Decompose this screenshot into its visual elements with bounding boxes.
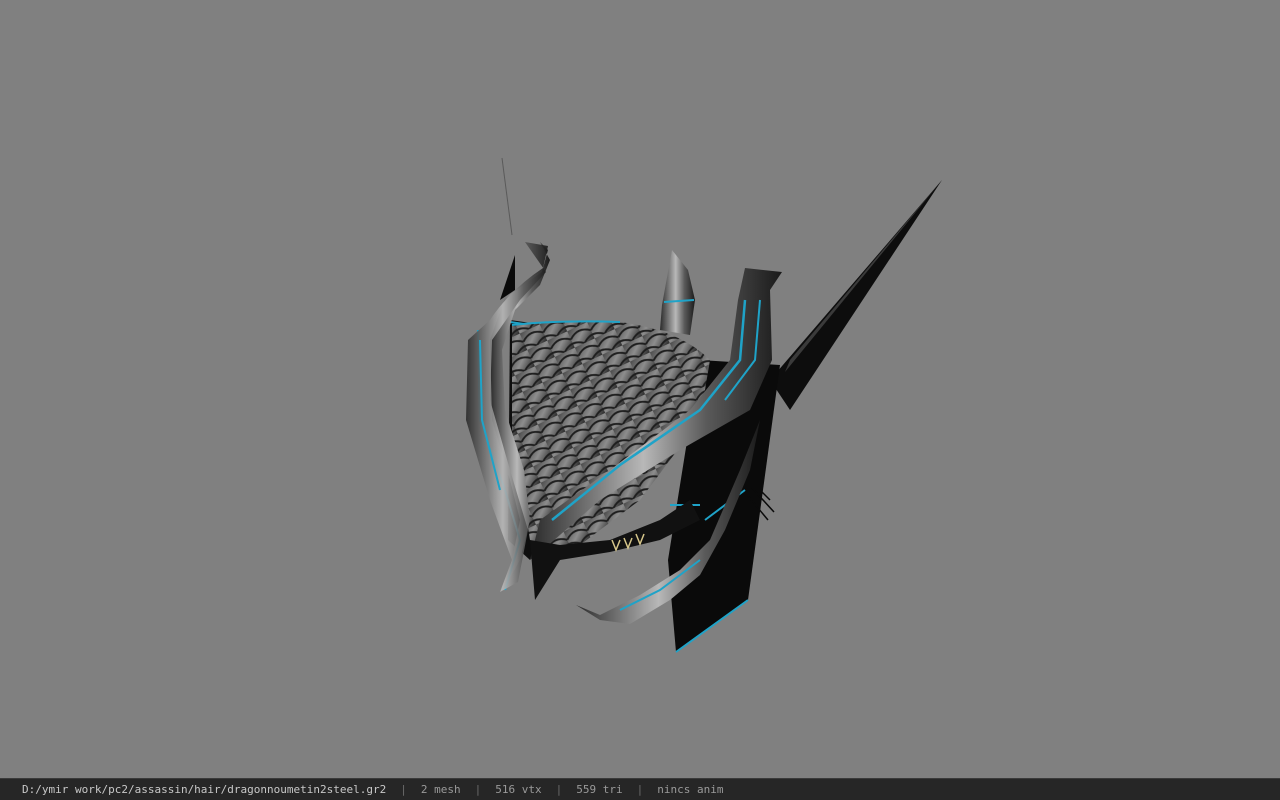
3d-viewport[interactable] — [0, 0, 1280, 778]
separator: | — [555, 783, 563, 796]
separator: | — [400, 783, 407, 796]
triangle-count-label: 559 tri — [576, 783, 623, 796]
vertex-count-label: 516 vtx — [495, 783, 542, 796]
dragon-helmet-model[interactable] — [0, 0, 1280, 778]
file-path-label: D:/ymir work/pc2/assassin/hair/dragonnou… — [22, 783, 387, 796]
antenna-wire — [501, 157, 513, 236]
right-spike — [770, 180, 942, 410]
separator: | — [636, 783, 644, 796]
animation-status-label: nincs anim — [657, 783, 724, 796]
mesh-count-label: 2 mesh — [420, 783, 461, 796]
status-bar: D:/ymir work/pc2/assassin/hair/dragonnou… — [0, 778, 1280, 800]
separator: | — [474, 783, 482, 796]
rear-horn — [660, 250, 695, 335]
